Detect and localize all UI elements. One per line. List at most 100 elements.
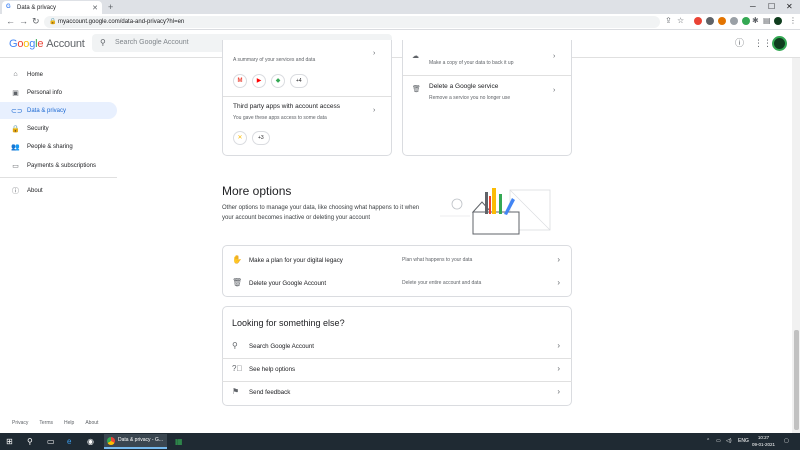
send-feedback-row[interactable]: ⚑ Send feedback ›: [222, 381, 572, 404]
sidebar-item-about[interactable]: ⓘ About: [0, 182, 117, 199]
address-toolbar: ← → ↻ 🔒 myaccount.google.com/data-and-pr…: [0, 14, 800, 30]
avatar[interactable]: [772, 36, 787, 51]
send-feedback-label: Send feedback: [249, 389, 291, 396]
tab-title: Data & privacy: [17, 4, 57, 11]
maximize-icon[interactable]: ☐: [768, 2, 775, 12]
chevron-right-icon[interactable]: ›: [553, 87, 555, 94]
more-services-chip[interactable]: +4: [290, 74, 308, 88]
help-options-label: See help options: [249, 366, 296, 373]
extensions-puzzle-icon[interactable]: ✱: [752, 16, 759, 26]
sidebar-item-payments[interactable]: ▭ Payments & subscriptions: [0, 157, 117, 174]
clock-time: 10:27: [757, 435, 770, 440]
help-icon: ?⃝: [232, 364, 243, 373]
search-account-row[interactable]: ⚲ Search Google Account ›: [222, 335, 572, 358]
more-apps-chip[interactable]: +3: [252, 131, 270, 145]
lock-icon: 🔒: [11, 125, 20, 133]
search-icon: ⚲: [100, 38, 106, 47]
sidebar-item-security[interactable]: 🔒 Security: [0, 120, 117, 137]
third-party-apps-title[interactable]: Third party apps with account access: [233, 103, 340, 110]
credit-card-icon: ▭: [12, 162, 19, 170]
info-icon: ⓘ: [12, 187, 19, 195]
scrollbar-thumb[interactable]: [794, 330, 799, 430]
google-account-logo[interactable]: Google Account: [9, 38, 85, 50]
chevron-right-icon: ›: [557, 278, 560, 287]
task-view-icon[interactable]: ▭: [47, 436, 55, 447]
reading-list-icon[interactable]: ▤: [763, 16, 771, 26]
digital-legacy-row[interactable]: ✋ Make a plan for your digital legacy Pl…: [222, 249, 572, 272]
sidebar-item-home[interactable]: ⌂ Home: [0, 66, 117, 83]
download-delete-card: ☁ Make a copy of your data to back it up…: [402, 40, 572, 156]
google-favicon-icon: G: [6, 4, 11, 10]
delete-account-label: Delete your Google Account: [249, 280, 327, 287]
lock-icon: 🔒: [49, 19, 57, 25]
search-account-label: Search Google Account: [249, 343, 315, 350]
chevron-right-icon[interactable]: ›: [373, 50, 375, 57]
more-options-title: More options: [222, 184, 292, 198]
help-icon[interactable]: ⓘ: [735, 38, 744, 49]
bookmark-star-icon[interactable]: ☆: [677, 16, 684, 26]
browser-menu-icon[interactable]: ⋮: [789, 16, 797, 26]
chevron-right-icon[interactable]: ›: [553, 53, 555, 60]
trash-icon: 🗑: [412, 86, 421, 93]
sidebar-item-label: Data & privacy: [27, 107, 67, 114]
footer-link-about[interactable]: About: [85, 420, 98, 426]
third-party-app-icon: ✕: [233, 131, 247, 145]
browser-tabstrip: G Data & privacy ✕ + ─ ☐ ✕: [0, 0, 800, 14]
help-options-row[interactable]: ?⃝ See help options ›: [222, 358, 572, 381]
tray-chevron-icon[interactable]: ⌃: [706, 437, 710, 445]
delete-service-desc: Remove a service you no longer use: [429, 95, 511, 101]
edge-icon[interactable]: e: [67, 436, 71, 447]
summary-description: A summary of your services and data: [233, 57, 316, 63]
delete-service-title[interactable]: Delete a Google service: [429, 83, 498, 90]
windows-start-icon[interactable]: ⊞: [6, 436, 13, 447]
close-tab-icon[interactable]: ✕: [92, 4, 98, 12]
spreadsheet-icon[interactable]: ▦: [175, 436, 183, 447]
sidebar-item-data-privacy[interactable]: ⊂⊃ Data & privacy: [0, 102, 117, 119]
install-icon[interactable]: ⇪: [665, 16, 672, 26]
extension-green-icon[interactable]: [742, 17, 750, 25]
language-indicator[interactable]: ENG: [738, 437, 749, 445]
back-icon[interactable]: ←: [6, 16, 15, 27]
window-close-icon[interactable]: ✕: [786, 2, 793, 12]
profile-avatar-icon[interactable]: [774, 17, 782, 25]
url-bar[interactable]: 🔒 myaccount.google.com/data-and-privacy?…: [44, 16, 660, 28]
sidebar-item-label: Payments & subscriptions: [27, 162, 97, 169]
new-tab-button[interactable]: +: [108, 1, 113, 13]
delete-account-row[interactable]: 🗑 Delete your Google Account Delete your…: [222, 272, 572, 295]
footer-links: Privacy Terms Help About: [12, 420, 98, 426]
clock-date: 09-01-2021: [752, 442, 776, 447]
extension-camera-icon[interactable]: [730, 17, 738, 25]
apps-grid-icon[interactable]: ⋮⋮: [754, 38, 772, 49]
chevron-right-icon[interactable]: ›: [373, 107, 375, 114]
browser-tab[interactable]: G Data & privacy ✕: [2, 1, 102, 14]
sidebar-item-label: People & sharing: [27, 143, 73, 150]
account-header: Google Account ⚲ Search Google Account ⓘ …: [0, 30, 800, 58]
volume-icon[interactable]: ◁): [726, 437, 732, 445]
minimize-icon[interactable]: ─: [750, 2, 756, 12]
sidebar-item-personal-info[interactable]: ▣ Personal info: [0, 84, 117, 101]
sidebar-item-label: Security: [27, 125, 49, 132]
chevron-right-icon: ›: [557, 364, 560, 373]
extension-orange-icon[interactable]: [718, 17, 726, 25]
taskbar-chrome-app[interactable]: Data & privacy - G...: [104, 434, 167, 449]
chevron-right-icon: ›: [557, 387, 560, 396]
taskbar-clock[interactable]: 10:27 09-01-2021: [752, 434, 775, 448]
extension-gray-icon[interactable]: [706, 17, 714, 25]
url-text: myaccount.google.com/data-and-privacy?hl…: [58, 19, 185, 25]
sidebar-item-people-sharing[interactable]: 👥 People & sharing: [0, 138, 117, 155]
notifications-icon[interactable]: ▢: [784, 437, 789, 445]
sidebar-item-label: About: [27, 187, 43, 194]
search-icon[interactable]: ⚲: [27, 436, 33, 447]
footer-link-terms[interactable]: Terms: [39, 420, 53, 426]
trash-icon: 🗑: [232, 278, 243, 287]
looking-else-title: Looking for something else?: [232, 318, 345, 328]
home-icon: ⌂: [13, 71, 18, 78]
network-icon[interactable]: ▭: [716, 437, 721, 445]
forward-icon[interactable]: →: [19, 16, 28, 27]
footer-link-privacy[interactable]: Privacy: [12, 420, 28, 426]
maps-icon: ◆: [271, 74, 285, 88]
extension-red-icon[interactable]: [694, 17, 702, 25]
reload-icon[interactable]: ↻: [32, 16, 40, 27]
browser-app-icon[interactable]: ◉: [87, 436, 94, 447]
footer-link-help[interactable]: Help: [64, 420, 74, 426]
